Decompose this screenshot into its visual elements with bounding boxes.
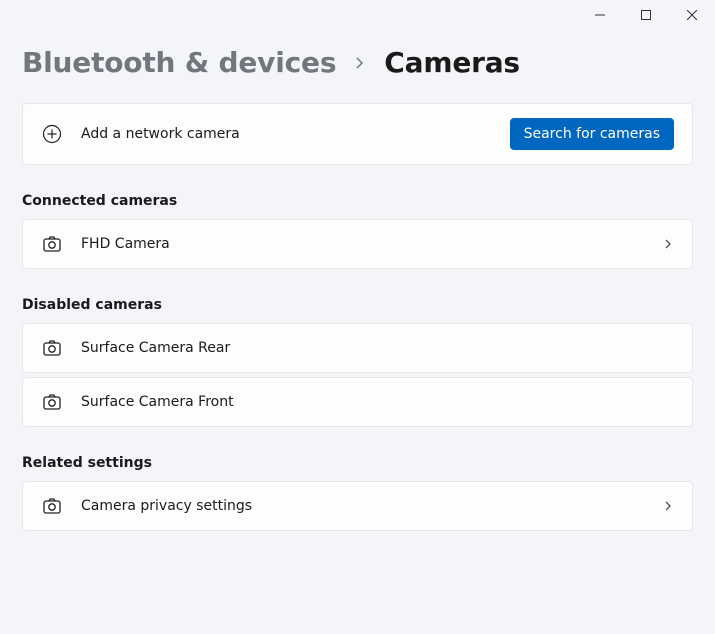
- camera-item-fhd[interactable]: FHD Camera: [22, 219, 693, 269]
- camera-item-surface-rear[interactable]: Surface Camera Rear: [22, 323, 693, 373]
- camera-item-label: Surface Camera Rear: [81, 340, 674, 356]
- maximize-button[interactable]: [623, 0, 669, 30]
- section-title-connected: Connected cameras: [22, 193, 693, 209]
- chevron-right-icon: [662, 500, 674, 512]
- minimize-button[interactable]: [577, 0, 623, 30]
- camera-icon: [41, 338, 63, 358]
- window-titlebar: [0, 0, 715, 32]
- plus-circle-icon: [41, 124, 63, 144]
- add-network-camera-card: Add a network camera Search for cameras: [22, 103, 693, 165]
- camera-privacy-settings-item[interactable]: Camera privacy settings: [22, 481, 693, 531]
- camera-icon: [41, 392, 63, 412]
- camera-item-label: FHD Camera: [81, 236, 662, 252]
- close-button[interactable]: [669, 0, 715, 30]
- related-item-label: Camera privacy settings: [81, 498, 662, 514]
- add-camera-label: Add a network camera: [81, 126, 510, 142]
- search-for-cameras-button[interactable]: Search for cameras: [510, 118, 674, 150]
- camera-item-label: Surface Camera Front: [81, 394, 674, 410]
- breadcrumb-parent[interactable]: Bluetooth & devices: [22, 46, 336, 79]
- camera-icon: [41, 496, 63, 516]
- chevron-right-icon: [354, 57, 366, 69]
- camera-item-surface-front[interactable]: Surface Camera Front: [22, 377, 693, 427]
- section-title-disabled: Disabled cameras: [22, 297, 693, 313]
- breadcrumb: Bluetooth & devices Cameras: [22, 46, 693, 79]
- page-title: Cameras: [384, 46, 520, 79]
- camera-icon: [41, 234, 63, 254]
- chevron-right-icon: [662, 238, 674, 250]
- section-title-related: Related settings: [22, 455, 693, 471]
